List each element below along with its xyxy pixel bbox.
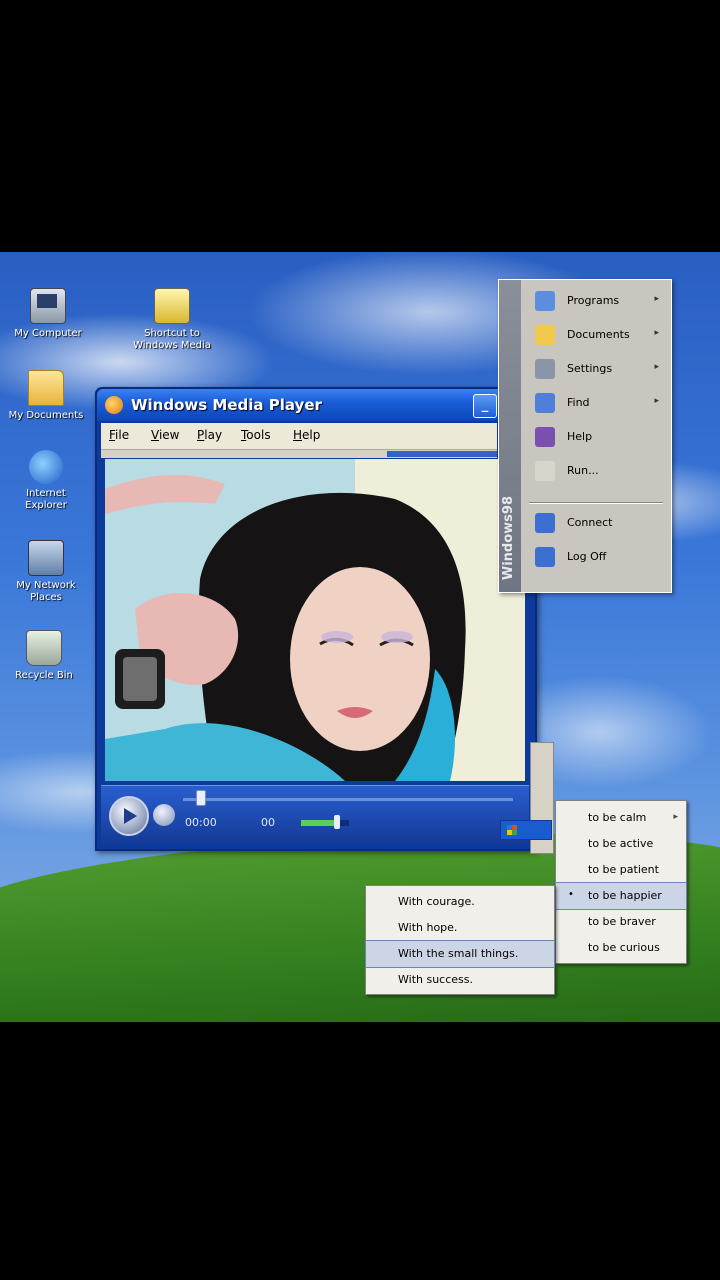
seek-bar[interactable] — [183, 798, 513, 801]
with-menu-item[interactable]: With hope. — [366, 915, 554, 941]
desktop: My Computer Shortcut to Windows Media My… — [0, 252, 720, 1022]
volume-slider[interactable] — [301, 815, 349, 829]
with-menu-item[interactable]: With the small things. — [365, 940, 555, 968]
mood-submenu: to be calm ▸ to be active to be patient • to … — [555, 800, 687, 964]
with-submenu: With courage. With hope. With the small th… — [365, 885, 555, 995]
time-label: 00 — [261, 816, 275, 829]
check-bullet-icon: • — [568, 889, 574, 900]
mood-menu-item[interactable]: to be active — [556, 831, 686, 857]
start-menu-item-icon — [535, 513, 555, 533]
submenu-arrow-icon: ▸ — [673, 812, 678, 822]
volume-thumb[interactable] — [334, 815, 340, 829]
start-menu-item-label: Run... — [567, 464, 599, 477]
shortcut-icon — [154, 288, 190, 324]
start-menu-item-icon — [535, 359, 555, 379]
start-menu-item-label: Programs — [567, 294, 620, 307]
with-menu-item-label: With hope. — [398, 921, 458, 934]
mood-menu-item-label: to be calm — [588, 811, 647, 824]
start-menu-item-icon — [535, 547, 555, 567]
start-menu-item-run[interactable]: Run... — [527, 456, 665, 486]
mood-menu-item-label: to be braver — [588, 915, 656, 928]
start-menu-item-label: Help — [567, 430, 593, 443]
minimize-button[interactable]: _ — [473, 394, 497, 418]
start-menu-item-label: Log Off — [567, 550, 607, 563]
submenu-arrow-icon: ▸ — [654, 328, 659, 338]
start-menu-separator — [529, 502, 663, 504]
with-menu-item[interactable]: With success. — [366, 967, 554, 993]
desktop-icon-recycle-bin[interactable]: Recycle Bin — [4, 630, 84, 682]
start-menu-item-label: Connect — [567, 516, 613, 529]
video-frame — [105, 459, 525, 781]
start-menu-item-icon — [535, 325, 555, 345]
start-menu-item-find[interactable]: Find ▸ — [527, 388, 665, 418]
media-player-titlebar[interactable]: Windows Media Player _ □ — [97, 389, 535, 421]
desktop-icon-my-documents[interactable]: My Documents — [6, 370, 86, 422]
with-menu-item-label: With the small things. — [398, 947, 519, 960]
mood-menu-item[interactable]: to be braver — [556, 909, 686, 935]
internet-explorer-icon — [29, 450, 63, 484]
start-button[interactable] — [500, 820, 552, 840]
seek-thumb[interactable] — [196, 790, 206, 806]
with-menu-item[interactable]: With courage. — [366, 889, 554, 915]
start-menu-item-help[interactable]: Help — [527, 422, 665, 452]
start-menu-item-label: Documents — [567, 328, 630, 341]
start-menu: Windows98 Programs ▸ Documents ▸ Settings ▸ Fi… — [498, 279, 672, 593]
start-menu-item-log-off[interactable]: Log Off — [527, 542, 665, 572]
computer-icon — [30, 288, 66, 324]
start-menu-item-icon — [535, 461, 555, 481]
menu-play[interactable]: Play — [197, 428, 222, 442]
playback-controls: 00:00 00 — [101, 785, 529, 844]
start-menu-item-label: Find — [567, 396, 590, 409]
media-player-progress-strip — [101, 450, 497, 458]
start-menu-band: Windows98 — [499, 280, 521, 592]
start-menu-item-icon — [535, 291, 555, 311]
stop-button[interactable] — [153, 804, 175, 826]
start-menu-item-icon — [535, 427, 555, 447]
mood-menu-item-label: to be active — [588, 837, 654, 850]
mood-menu-item-label: to be patient — [588, 863, 659, 876]
folder-icon — [28, 370, 64, 406]
desktop-icon-my-computer[interactable]: My Computer — [8, 288, 88, 340]
menu-help[interactable]: Help — [293, 428, 320, 442]
media-player-title: Windows Media Player — [131, 396, 322, 414]
desktop-icon-internet-explorer[interactable]: Internet Explorer — [6, 450, 86, 512]
play-button[interactable] — [109, 796, 149, 836]
mood-menu-item[interactable]: • to be happier — [555, 882, 687, 910]
network-icon — [28, 540, 64, 576]
submenu-arrow-icon: ▸ — [654, 294, 659, 304]
with-menu-item-label: With success. — [398, 973, 473, 986]
media-player-logo-icon — [105, 396, 123, 414]
start-menu-item-settings[interactable]: Settings ▸ — [527, 354, 665, 384]
recycle-bin-icon — [26, 630, 62, 666]
start-menu-item-icon — [535, 393, 555, 413]
media-player-window[interactable]: Windows Media Player _ □ File View Play … — [95, 387, 537, 851]
start-menu-item-programs[interactable]: Programs ▸ — [527, 286, 665, 316]
mood-menu-item[interactable]: to be curious — [556, 935, 686, 961]
menu-view[interactable]: View — [151, 428, 179, 442]
desktop-icon-network[interactable]: My Network Places — [6, 540, 86, 604]
start-menu-item-label: Settings — [567, 362, 613, 375]
menu-tools[interactable]: Tools — [241, 428, 271, 442]
elapsed-time: 00:00 — [185, 816, 217, 829]
start-menu-item-documents[interactable]: Documents ▸ — [527, 320, 665, 350]
submenu-arrow-icon: ▸ — [654, 362, 659, 372]
menu-file[interactable]: File — [109, 428, 129, 442]
submenu-arrow-icon: ▸ — [654, 396, 659, 406]
mood-menu-item-label: to be curious — [588, 941, 660, 954]
mood-menu-item[interactable]: to be calm ▸ — [556, 805, 686, 831]
mood-menu-item[interactable]: to be patient — [556, 857, 686, 883]
volume-level — [301, 820, 337, 826]
media-player-menubar: File View Play Tools Help — [101, 423, 497, 450]
start-menu-item-connect[interactable]: Connect — [527, 508, 665, 538]
with-menu-item-label: With courage. — [398, 895, 475, 908]
desktop-icon-shortcut[interactable]: Shortcut to Windows Media — [132, 288, 212, 352]
video-frame-image — [105, 459, 525, 781]
mood-menu-item-label: to be happier — [588, 889, 662, 902]
